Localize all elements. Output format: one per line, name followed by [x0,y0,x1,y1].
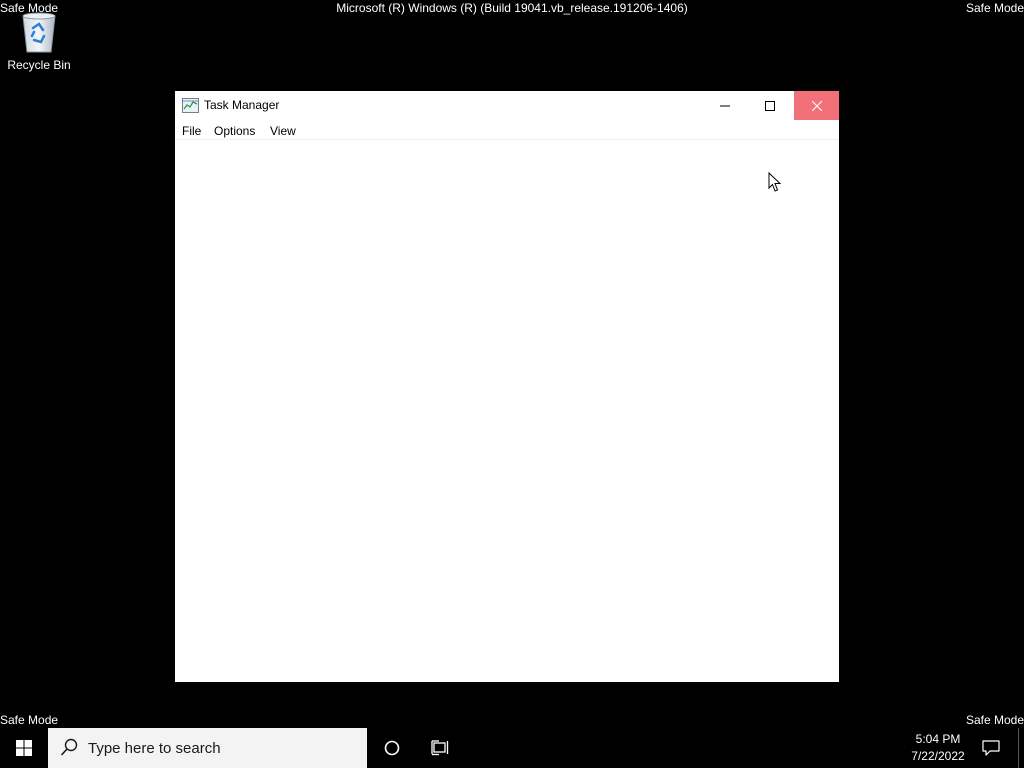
clock-time: 5:04 PM [915,732,961,746]
cortana-icon [384,740,400,756]
task-manager-icon [182,98,199,113]
task-manager-window: Task Manager File Options View [175,91,839,682]
notification-icon [982,740,1000,756]
windows-logo-icon [16,740,32,756]
taskbar-clock[interactable]: 5:04 PM 7/22/2022 [898,731,978,765]
search-box[interactable]: Type here to search [48,728,367,768]
task-view-icon [431,740,449,756]
close-icon [811,100,822,111]
menu-file[interactable]: File [182,124,201,138]
start-button[interactable] [0,728,48,768]
window-titlebar[interactable]: Task Manager [175,91,839,120]
desktop-icon-recycle-bin[interactable]: Recycle Bin [4,10,74,76]
minimize-icon [719,105,730,106]
recycle-bin-icon [19,10,59,54]
menu-view[interactable]: View [270,124,296,138]
search-icon [60,738,78,758]
recycle-bin-label: Recycle Bin [7,58,71,72]
clock-date: 7/22/2022 [911,749,965,763]
close-button[interactable] [794,91,839,120]
taskbar: Type here to search 5:04 PM 7/22/2022 [0,728,1024,768]
mouse-cursor-icon [768,171,782,193]
maximize-button[interactable] [747,91,792,120]
safe-mode-label-bottom-right: Safe Mode [965,713,1024,727]
search-placeholder: Type here to search [88,740,221,757]
show-desktop-button[interactable] [1018,728,1019,768]
maximize-icon [764,100,775,111]
action-center-button[interactable] [967,728,1015,768]
window-title: Task Manager [204,98,280,112]
windows-build-label: Microsoft (R) Windows (R) (Build 19041.v… [336,1,688,15]
minimize-button[interactable] [702,91,747,120]
cortana-button[interactable] [368,728,416,768]
safe-mode-label-bottom-left: Safe Mode [0,713,59,727]
task-view-button[interactable] [416,728,464,768]
menu-options[interactable]: Options [214,124,255,138]
safe-mode-label-top-right: Safe Mode [965,1,1024,15]
task-manager-content [175,140,839,682]
